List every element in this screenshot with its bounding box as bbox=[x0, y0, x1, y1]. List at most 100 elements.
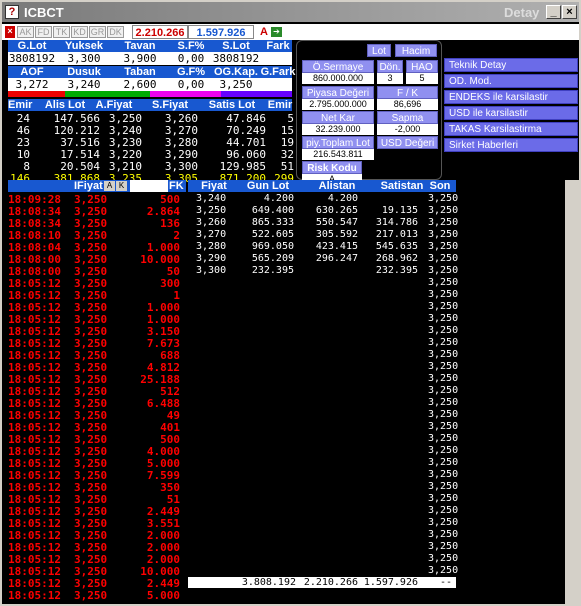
fk-label: F / K bbox=[377, 86, 438, 99]
son-cell: 3,250 bbox=[428, 433, 459, 444]
son-cell: 3,250 bbox=[428, 457, 459, 468]
volume-sell: 1.597.926 bbox=[188, 25, 254, 39]
osermaye-value: 860.000.000 bbox=[302, 73, 374, 84]
arrow-right-icon[interactable]: ➔ bbox=[271, 27, 282, 37]
toolbar-button-kd[interactable]: KD bbox=[71, 26, 88, 38]
dist-price: 3,300 bbox=[196, 265, 227, 276]
dist-satistan: 268.962 bbox=[375, 253, 418, 264]
toplam-label: piy.Toplam Lot bbox=[302, 136, 374, 149]
toolbar-button-fd[interactable]: FD bbox=[35, 26, 52, 38]
trade-row: 18:09:28 3,250 500 bbox=[8, 193, 186, 206]
summary2-value-cell: 2,600 bbox=[123, 78, 157, 91]
link-teknik-detay[interactable]: Teknik Detay bbox=[444, 58, 578, 72]
summary1-value-cell: 3,300 bbox=[67, 52, 101, 65]
sapma-label: Sapma bbox=[377, 111, 438, 124]
trade-row: 18:08:00 3,250 50 bbox=[8, 265, 186, 278]
title-bar[interactable]: ? ICBCT Detay _ × bbox=[2, 2, 579, 22]
dist-gunlot: 649.400 bbox=[251, 205, 294, 216]
dist-alistan: 423.415 bbox=[315, 241, 358, 252]
toolbar-button-gr[interactable]: GR bbox=[89, 26, 106, 38]
dist-gunlot: 565.209 bbox=[251, 253, 294, 264]
trade-row: 18:08:10 3,250 2 bbox=[8, 229, 186, 242]
lot-button[interactable]: Lot bbox=[367, 44, 391, 57]
dist-gunlot: 969.050 bbox=[251, 241, 294, 252]
son-cell: 3,250 bbox=[428, 193, 459, 204]
dist-price: 3,240 bbox=[196, 193, 227, 204]
hacim-button[interactable]: Hacim bbox=[395, 44, 437, 57]
minimize-button[interactable]: _ bbox=[546, 5, 561, 19]
trade-row: 18:05:12 3,250 3.551 bbox=[8, 517, 186, 530]
depth-row: 10 17.514 3,220 3,290 96.060 32 bbox=[8, 148, 294, 161]
toolbar-button-dk[interactable]: DK bbox=[107, 26, 124, 38]
link-sirket-haberleri[interactable]: Sirket Haberleri bbox=[444, 138, 578, 152]
distribution-totals: 3.808.192 2.210.266 1.597.926 -- bbox=[188, 577, 456, 588]
piyasa-value: 2.795.000.000 bbox=[302, 99, 374, 110]
distribution-header-cell: Son bbox=[429, 180, 451, 192]
son-cell: 3,250 bbox=[428, 253, 459, 264]
son-cell: 3,250 bbox=[428, 289, 459, 300]
dist-satistan: 19.135 bbox=[381, 205, 418, 216]
son-cell: 3,250 bbox=[428, 337, 459, 348]
son-cell: 3,250 bbox=[428, 409, 459, 420]
distribution-row: 3,270 522.605 305.592 217.013 bbox=[188, 229, 428, 241]
dist-price: 3,280 bbox=[196, 241, 227, 252]
trade-row: 18:05:12 3,250 7.673 bbox=[8, 337, 186, 350]
trade-row: 18:05:12 3,250 7.599 bbox=[8, 469, 186, 482]
distribution-header-cell: Satistan bbox=[380, 180, 424, 192]
son-cell: 3,250 bbox=[428, 277, 459, 288]
link-od-mod-[interactable]: OD. Mod. bbox=[444, 74, 578, 88]
window-subtitle: Detay bbox=[504, 5, 540, 20]
summary1-value-cell: 3808192 bbox=[8, 52, 56, 65]
summary1-header: G.Lot Yuksek Tavan S.F% S.Lot Fark bbox=[8, 40, 292, 52]
info-panel: Lot Hacim Ö.Sermaye 860.000.000 Dön. 3 H… bbox=[296, 40, 442, 185]
scrollbar[interactable] bbox=[565, 180, 579, 604]
dist-price: 3,260 bbox=[196, 217, 227, 228]
trade-row: 18:05:12 3,250 6.488 bbox=[8, 397, 186, 410]
depth-header-cell: Emir bbox=[8, 99, 33, 111]
distribution-row: 3,240 4.200 4.200 bbox=[188, 193, 428, 205]
sort-a-button[interactable]: A bbox=[104, 181, 115, 191]
price-range-bar bbox=[8, 91, 292, 97]
son-cell: 3,250 bbox=[428, 373, 459, 384]
summary2-header-cell: OG.Kap. bbox=[213, 66, 258, 78]
trade-row: 18:05:12 3,250 5.000 bbox=[8, 457, 186, 470]
son-cell: 3,250 bbox=[428, 301, 459, 312]
toplam-value: 216.543.811 bbox=[302, 149, 374, 160]
toolbar-button-ak[interactable]: AK bbox=[17, 26, 34, 38]
trade-row: 18:05:12 3,250 512 bbox=[8, 385, 186, 398]
link-usd-ile-karsilastir[interactable]: USD ile karsilastir bbox=[444, 106, 578, 120]
distribution-header-cell: Fiyat bbox=[201, 180, 227, 192]
son-cell: 3,250 bbox=[428, 565, 459, 576]
depth-row: 46 120.212 3,240 3,270 70.249 15 bbox=[8, 124, 294, 137]
link-takas-karsilastirma[interactable]: TAKAS Karsilastirma bbox=[444, 122, 578, 136]
total-cell: -- bbox=[439, 577, 452, 588]
usd-button[interactable]: USD Değeri bbox=[377, 136, 438, 149]
son-cell: 3,250 bbox=[428, 529, 459, 540]
close-icon[interactable]: × bbox=[5, 26, 15, 38]
a-button[interactable]: A bbox=[258, 25, 270, 39]
summary1-header-cell: Fark bbox=[266, 40, 290, 52]
sort-k-button[interactable]: K bbox=[116, 181, 127, 191]
link-endeks-ile-karsilastir[interactable]: ENDEKS ile karsilastir bbox=[444, 90, 578, 104]
window-title: ICBCT bbox=[24, 5, 64, 20]
trades-header: IFiyat A K FK bbox=[8, 180, 186, 192]
trade-row: 18:05:12 3,250 10.000 bbox=[8, 565, 186, 578]
depth-header-cell: Satis Lot bbox=[208, 99, 256, 111]
close-button[interactable]: × bbox=[562, 5, 577, 19]
trade-row: 18:05:12 3,250 51 bbox=[8, 493, 186, 506]
toolbar-button-tk[interactable]: TK bbox=[53, 26, 70, 38]
don-value: 3 bbox=[377, 73, 403, 84]
summary2-header-cell: Dusuk bbox=[67, 66, 101, 78]
trade-row: 18:05:12 3,250 350 bbox=[8, 481, 186, 494]
trade-row: 18:05:12 3,250 2.000 bbox=[8, 553, 186, 566]
fk-value: 86,696 bbox=[377, 99, 438, 110]
dist-gunlot: 232.395 bbox=[251, 265, 294, 276]
trade-row: 18:05:12 3,250 1 bbox=[8, 289, 186, 302]
filter-input[interactable] bbox=[130, 180, 168, 192]
son-cell: 3,250 bbox=[428, 325, 459, 336]
summary2-values: 3,272 3,240 2,600 0,00 3,250 bbox=[8, 78, 292, 91]
son-cell: 3,250 bbox=[428, 421, 459, 432]
trade-row: 18:05:12 3,250 2.449 bbox=[8, 505, 186, 518]
dist-alistan: 4.200 bbox=[327, 193, 358, 204]
distribution-row: 3,280 969.050 423.415 545.635 bbox=[188, 241, 428, 253]
